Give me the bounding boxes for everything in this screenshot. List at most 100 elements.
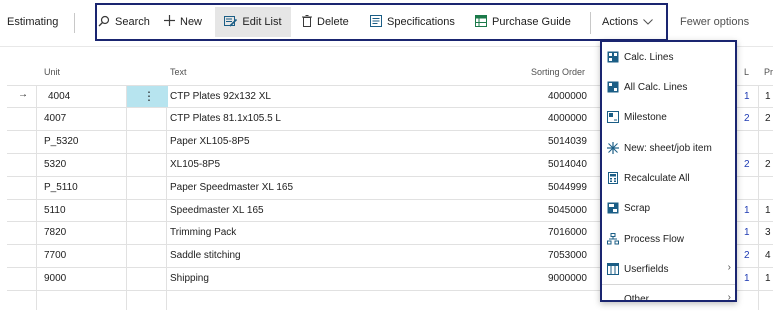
cell-partial-1[interactable]: 1 — [744, 227, 750, 238]
cell-partial-2[interactable]: 1 — [765, 205, 771, 216]
edit-list-icon — [224, 15, 238, 30]
plus-icon — [164, 15, 175, 29]
menu-item-new-sheet-job-item[interactable]: New: sheet/job item — [602, 133, 735, 163]
page-title: Estimating — [7, 16, 59, 28]
cell-unit[interactable]: P_5320 — [44, 136, 78, 147]
menu-item-calc-lines[interactable]: Calc. Lines — [602, 42, 735, 72]
purchase-guide-icon — [475, 14, 487, 30]
search-icon — [98, 15, 110, 30]
cell-unit[interactable]: 5110 — [44, 205, 66, 216]
cell-unit[interactable]: 5320 — [44, 159, 66, 170]
current-row-arrow-icon: → — [18, 89, 28, 100]
edit-list-button[interactable]: Edit List — [215, 7, 291, 37]
cell-text[interactable]: Paper Speedmaster XL 165 — [170, 182, 293, 193]
column-header-unit[interactable]: Unit — [44, 67, 60, 77]
column-header-partial-1[interactable]: L — [744, 67, 749, 77]
cell-unit[interactable]: 4004 — [48, 91, 70, 102]
cell-partial-1[interactable]: 1 — [744, 91, 750, 102]
cell-sorting-order[interactable]: 4000000 — [548, 91, 587, 102]
menu-item-recalculate-all[interactable]: Recalculate All — [602, 163, 735, 193]
cell-partial-2[interactable]: 3 — [765, 227, 771, 238]
cell-sorting-order[interactable]: 5044999 — [548, 182, 587, 193]
new-label: New — [180, 16, 203, 28]
purchase-guide-button[interactable]: Purchase Guide — [475, 7, 571, 37]
delete-button[interactable]: Delete — [302, 7, 349, 37]
cell-text[interactable]: Speedmaster XL 165 — [170, 205, 264, 216]
cell-partial-1[interactable]: 1 — [744, 205, 750, 216]
calc-lines-icon — [607, 51, 619, 63]
actions-dropdown-menu: Calc. Lines All Calc. Lines Milestone Ne… — [600, 40, 737, 302]
cell-sorting-order[interactable]: 5014039 — [548, 136, 587, 147]
menu-item-label: Process Flow — [624, 233, 685, 245]
actions-menu-button[interactable]: Actions — [602, 7, 653, 37]
row-actions-icon[interactable]: ⋮ — [143, 89, 155, 103]
delete-label: Delete — [317, 16, 349, 28]
cell-text[interactable]: Shipping — [170, 273, 209, 284]
cell-partial-1[interactable]: 2 — [744, 113, 750, 124]
column-header-sorting-order[interactable]: Sorting Order — [531, 67, 585, 77]
toolbar-divider — [590, 12, 591, 34]
cell-text[interactable]: Trimming Pack — [170, 227, 236, 238]
fewer-options-link[interactable]: Fewer options — [680, 16, 749, 28]
menu-item-label: Userfields — [624, 263, 669, 275]
all-calc-lines-icon — [607, 81, 619, 93]
cell-text[interactable]: CTP Plates 81.1x105.5 L — [170, 113, 281, 124]
cell-unit[interactable]: P_5110 — [44, 182, 78, 193]
cell-sorting-order[interactable]: 7053000 — [548, 250, 587, 261]
cell-text[interactable]: XL105-8P5 — [170, 159, 220, 170]
cell-sorting-order[interactable]: 5045000 — [548, 205, 587, 216]
chevron-down-icon — [643, 16, 653, 28]
specifications-label: Specifications — [387, 16, 455, 28]
cell-text[interactable]: Paper XL105-8P5 — [170, 136, 250, 147]
new-button[interactable]: New — [164, 7, 202, 37]
cell-unit[interactable]: 4007 — [44, 113, 66, 124]
title-divider — [74, 13, 75, 33]
cell-partial-2[interactable]: 2 — [765, 113, 771, 124]
cell-partial-1[interactable]: 2 — [744, 159, 750, 170]
trash-icon — [302, 14, 312, 30]
menu-item-label: All Calc. Lines — [624, 81, 688, 93]
cell-partial-1[interactable]: 1 — [744, 273, 750, 284]
cell-unit[interactable]: 7820 — [44, 227, 66, 238]
cell-unit[interactable]: 9000 — [44, 273, 66, 284]
recalculate-icon — [607, 172, 619, 184]
menu-item-label: Scrap — [624, 202, 651, 214]
specifications-button[interactable]: Specifications — [370, 7, 455, 37]
userfields-icon — [607, 263, 619, 275]
menu-item-label: New: sheet/job item — [624, 142, 712, 154]
column-header-text[interactable]: Text — [170, 67, 187, 77]
cell-partial-1[interactable]: 2 — [744, 250, 750, 261]
actions-label: Actions — [602, 16, 639, 28]
cell-partial-2[interactable]: 1 — [765, 91, 771, 102]
chevron-right-icon: › — [727, 292, 731, 302]
menu-item-process-flow[interactable]: Process Flow — [602, 224, 735, 254]
chevron-right-icon: › — [727, 262, 731, 273]
cell-sorting-order[interactable]: 9000000 — [548, 273, 587, 284]
menu-item-userfields[interactable]: Userfields › — [602, 254, 735, 284]
menu-item-other[interactable]: Other › — [602, 284, 735, 302]
milestone-icon — [607, 111, 619, 123]
cell-text[interactable]: Saddle stitching — [170, 250, 241, 261]
search-label: Search — [115, 16, 150, 28]
cell-partial-2[interactable]: 2 — [765, 159, 771, 170]
cell-unit[interactable]: 7700 — [44, 250, 66, 261]
cell-sorting-order[interactable]: 7016000 — [548, 227, 587, 238]
process-flow-icon — [607, 233, 619, 245]
menu-item-milestone[interactable]: Milestone — [602, 102, 735, 132]
scrap-icon — [607, 202, 619, 214]
cell-sorting-order[interactable]: 5014040 — [548, 159, 587, 170]
new-sheet-icon — [607, 142, 619, 154]
cell-partial-2[interactable]: 4 — [765, 250, 771, 261]
search-button[interactable]: Search — [98, 7, 150, 37]
menu-item-label: Recalculate All — [624, 172, 690, 184]
cell-sorting-order[interactable]: 4000000 — [548, 113, 587, 124]
menu-item-all-calc-lines[interactable]: All Calc. Lines — [602, 72, 735, 102]
edit-list-label: Edit List — [242, 16, 282, 28]
cell-text[interactable]: CTP Plates 92x132 XL — [170, 91, 271, 102]
menu-item-label: Calc. Lines — [624, 51, 674, 63]
menu-item-scrap[interactable]: Scrap — [602, 193, 735, 223]
menu-item-spacer — [607, 293, 619, 300]
specifications-icon — [370, 14, 382, 30]
cell-partial-2[interactable]: 1 — [765, 273, 771, 284]
column-header-partial-2[interactable]: Pr — [764, 67, 773, 77]
